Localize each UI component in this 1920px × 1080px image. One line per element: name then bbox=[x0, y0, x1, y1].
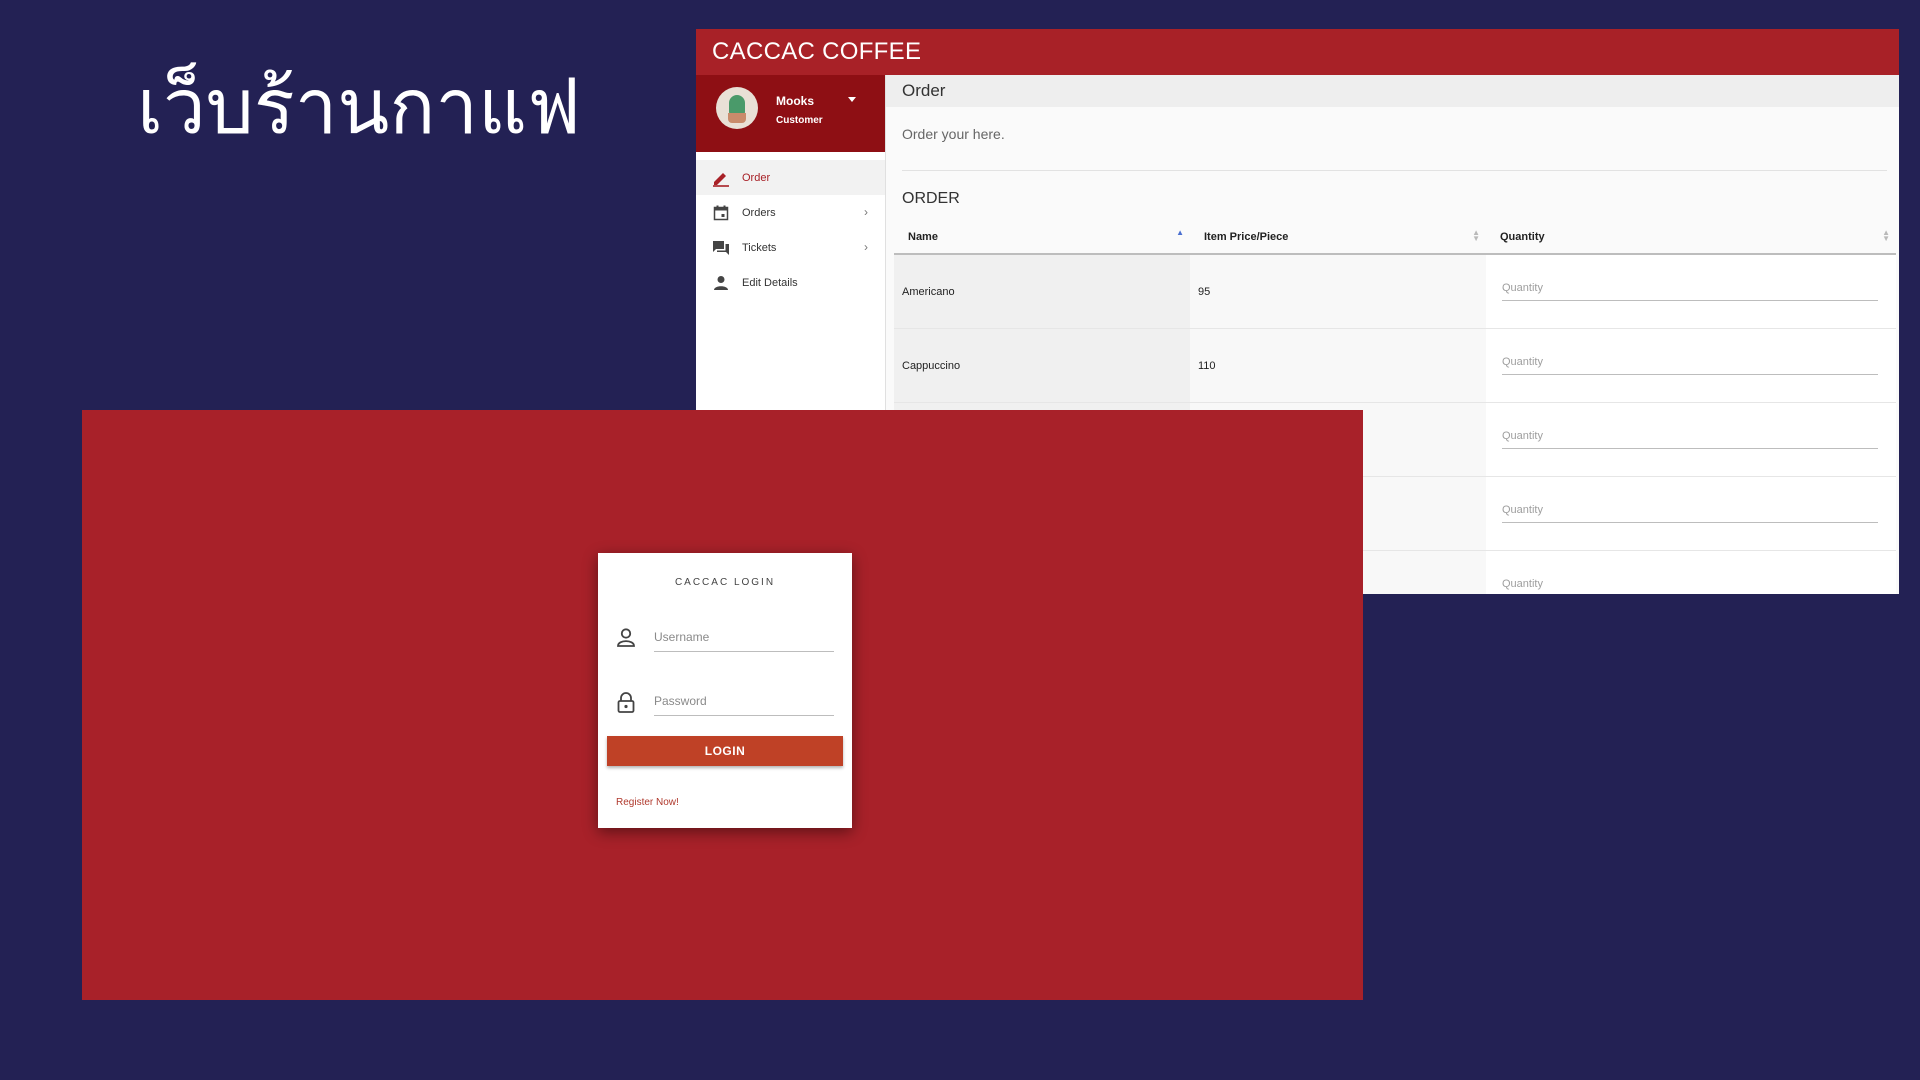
chevron-right-icon: › bbox=[864, 205, 868, 219]
register-link[interactable]: Register Now! bbox=[616, 797, 679, 808]
table-header: Name ▲ Item Price/Piece ▲ ▼ Quantity ▲ ▼ bbox=[894, 221, 1896, 255]
app-topbar: CACCAC COFFEE bbox=[696, 29, 1899, 75]
sort-asc-icon[interactable]: ▲ bbox=[1176, 229, 1184, 237]
cell-quantity bbox=[1486, 477, 1896, 550]
cell-quantity bbox=[1486, 329, 1896, 402]
lock-icon bbox=[616, 691, 636, 713]
calendar-icon bbox=[711, 203, 731, 223]
sidebar-item-label: Orders bbox=[742, 206, 776, 219]
cell-quantity bbox=[1486, 403, 1896, 476]
table-row: Cappuccino 110 bbox=[894, 329, 1896, 403]
cell-price: 110 bbox=[1190, 329, 1486, 402]
person-icon bbox=[711, 273, 731, 293]
sidebar-item-label: Edit Details bbox=[742, 276, 798, 289]
user-role: Customer bbox=[776, 115, 823, 126]
column-header-name[interactable]: Name ▲ bbox=[894, 221, 1190, 253]
slide-title: เว็บร้านกาแฟ bbox=[137, 62, 581, 151]
password-input[interactable] bbox=[654, 687, 834, 716]
username-input[interactable] bbox=[654, 623, 834, 652]
chevron-right-icon: › bbox=[864, 240, 868, 254]
user-name: Mooks bbox=[776, 94, 815, 108]
cell-quantity bbox=[1486, 255, 1896, 328]
cell-quantity bbox=[1486, 551, 1896, 594]
page-title: Order bbox=[902, 81, 946, 100]
password-row bbox=[616, 687, 834, 717]
login-card: CACCAC LOGIN LOGIN Register Now! bbox=[598, 553, 852, 828]
user-profile[interactable]: Mooks Customer bbox=[696, 75, 885, 152]
brand-name: CACCAC COFFEE bbox=[712, 38, 922, 65]
column-header-price[interactable]: Item Price/Piece ▲ ▼ bbox=[1190, 221, 1486, 253]
cell-name: Americano bbox=[894, 255, 1190, 328]
caret-down-icon[interactable] bbox=[848, 97, 856, 102]
column-header-quantity[interactable]: Quantity ▲ ▼ bbox=[1486, 221, 1896, 253]
quantity-input[interactable] bbox=[1502, 356, 1878, 375]
username-row bbox=[616, 623, 834, 653]
chat-icon bbox=[711, 238, 731, 258]
cell-price: 95 bbox=[1190, 255, 1486, 328]
page-subtitle: Order your here. bbox=[902, 126, 1005, 142]
sidebar-item-tickets[interactable]: Tickets › bbox=[696, 230, 885, 265]
section-title: ORDER bbox=[902, 190, 960, 207]
sidebar-item-order[interactable]: Order bbox=[696, 160, 885, 195]
login-button[interactable]: LOGIN bbox=[607, 736, 843, 766]
quantity-input[interactable] bbox=[1502, 430, 1878, 449]
page-header: Order bbox=[886, 75, 1899, 107]
quantity-input[interactable] bbox=[1502, 504, 1878, 523]
sidebar-item-label: Tickets bbox=[742, 241, 777, 254]
sort-icon[interactable]: ▲ ▼ bbox=[1882, 229, 1890, 243]
pencil-icon bbox=[711, 168, 731, 188]
sidebar-item-label: Order bbox=[742, 171, 771, 184]
divider bbox=[902, 170, 1887, 171]
login-title: CACCAC LOGIN bbox=[674, 577, 776, 588]
avatar bbox=[716, 87, 758, 129]
sidebar-item-edit-details[interactable]: Edit Details bbox=[696, 265, 885, 300]
quantity-input[interactable] bbox=[1502, 578, 1878, 594]
cell-name: Cappuccino bbox=[894, 329, 1190, 402]
sort-icon[interactable]: ▲ ▼ bbox=[1472, 229, 1480, 243]
user-icon bbox=[616, 627, 636, 649]
quantity-input[interactable] bbox=[1502, 282, 1878, 301]
sidebar-item-orders[interactable]: Orders › bbox=[696, 195, 885, 230]
table-row: Americano 95 bbox=[894, 255, 1896, 329]
